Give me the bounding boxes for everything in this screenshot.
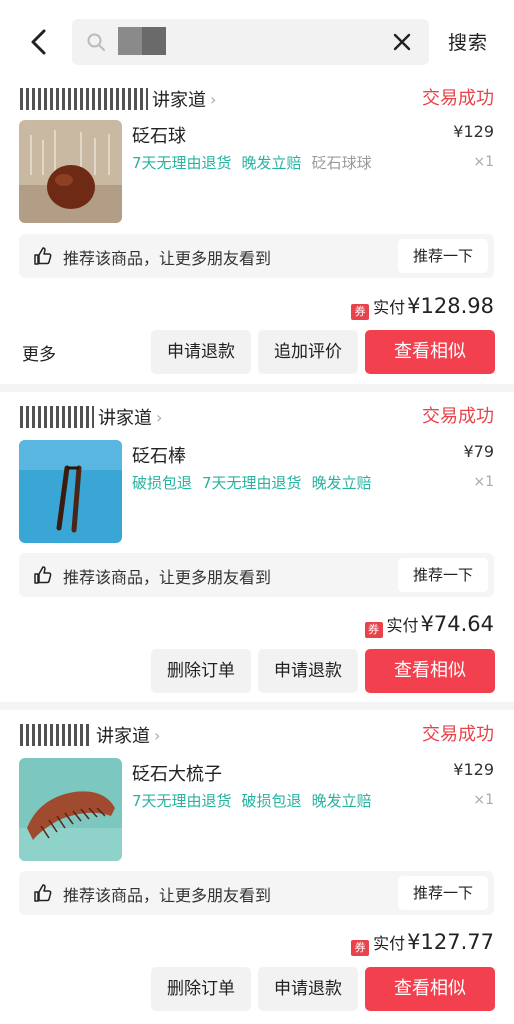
order-card: 讲家道 › 交易成功 砭石大梳子 7天无理由退货 破损包退 晚发立赔 ¥129 ×1… [0, 720, 514, 1024]
product-price: ¥79 [463, 442, 494, 461]
shop-label: 讲家道 [98, 408, 152, 429]
paid-amount: 券 实付 ¥74.64 [364, 612, 494, 638]
order-card: 讲家道 › 交易成功 砭石球 7天无理由退货 晚发立赔 砭石球球 ¥129 ×1 推… [0, 84, 514, 384]
view-similar-button[interactable]: 查看相似 [365, 330, 495, 374]
delete-order-button[interactable]: 删除订单 [151, 649, 251, 693]
back-chevron-left-icon[interactable] [24, 26, 56, 58]
product-qty: ×1 [473, 792, 494, 808]
shop-label: 讲家道 [152, 90, 206, 111]
shop-name[interactable]: 讲家道 › [20, 84, 216, 114]
view-similar-button[interactable]: 查看相似 [365, 649, 495, 693]
order-status: 交易成功 [422, 724, 494, 745]
thumbs-up-icon [34, 247, 52, 265]
product-image[interactable] [19, 120, 122, 223]
product-name[interactable]: 砭石球 [132, 122, 186, 148]
more-button[interactable]: 更多 [22, 340, 56, 365]
refund-button[interactable]: 申请退款 [151, 330, 251, 374]
paid-label: 实付 [386, 616, 419, 635]
divider [0, 384, 514, 392]
chevron-right-icon: › [210, 89, 217, 109]
product-qty: ×1 [473, 474, 494, 490]
service-tag: 晚发立赔 [311, 474, 372, 492]
add-review-button[interactable]: 追加评价 [258, 330, 358, 374]
shop-name[interactable]: 讲家道 › [20, 720, 160, 750]
recommend-button[interactable]: 推荐一下 [398, 239, 488, 273]
paid-value: ¥128.98 [407, 294, 494, 318]
product-price: ¥129 [453, 122, 494, 141]
divider [0, 702, 514, 710]
service-tag: 晚发立赔 [311, 792, 372, 810]
service-tag: 晚发立赔 [241, 154, 302, 172]
product-price: ¥129 [453, 760, 494, 779]
paid-label: 实付 [373, 298, 406, 317]
view-similar-button[interactable]: 查看相似 [365, 967, 495, 1011]
redacted-shop-prefix [20, 724, 92, 746]
recommend-button[interactable]: 推荐一下 [398, 876, 488, 910]
paid-amount: 券 实付 ¥127.77 [351, 930, 494, 956]
paid-amount: 券 实付 ¥128.98 [351, 294, 494, 320]
product-image[interactable] [19, 758, 122, 861]
search-icon [87, 33, 105, 51]
thumbs-up-icon [34, 566, 52, 584]
order-card: 讲家道 › 交易成功 砭石棒 破损包退 7天无理由退货 晚发立赔 ¥79 ×1 推荐… [0, 402, 514, 702]
service-tag: 7天无理由退货 [132, 154, 232, 172]
product-tags: 7天无理由退货 破损包退 晚发立赔 [132, 790, 382, 811]
search-input[interactable] [72, 19, 429, 65]
recommend-bar: 推荐该商品，让更多朋友看到 推荐一下 [19, 234, 494, 278]
product-name[interactable]: 砭石大梳子 [132, 760, 222, 786]
redacted-shop-prefix [20, 406, 94, 428]
recommend-text: 推荐该商品，让更多朋友看到 [63, 886, 272, 905]
service-tag: 7天无理由退货 [132, 792, 232, 810]
product-tags: 7天无理由退货 晚发立赔 砭石球球 [132, 152, 382, 173]
service-tag: 破损包退 [241, 792, 302, 810]
refund-button[interactable]: 申请退款 [258, 649, 358, 693]
recommend-button[interactable]: 推荐一下 [398, 558, 488, 592]
redacted-shop-prefix [20, 88, 148, 110]
coupon-icon: 券 [351, 304, 370, 320]
product-image[interactable] [19, 440, 122, 543]
redacted-query [118, 27, 166, 55]
shop-label: 讲家道 [96, 726, 150, 747]
recommend-bar: 推荐该商品，让更多朋友看到 推荐一下 [19, 871, 494, 915]
recommend-text: 推荐该商品，让更多朋友看到 [63, 568, 272, 587]
service-tag: 7天无理由退货 [202, 474, 302, 492]
refund-button[interactable]: 申请退款 [258, 967, 358, 1011]
delete-order-button[interactable]: 删除订单 [151, 967, 251, 1011]
service-tag: 破损包退 [132, 474, 193, 492]
product-variant: 砭石球球 [311, 154, 372, 172]
order-actions: 更多 申请退款 追加评价 查看相似 [0, 330, 514, 374]
order-actions: 删除订单 申请退款 查看相似 [0, 649, 514, 693]
order-status: 交易成功 [422, 406, 494, 427]
thumbs-up-icon [34, 884, 52, 902]
paid-label: 实付 [373, 934, 406, 953]
paid-value: ¥127.77 [407, 930, 494, 954]
paid-value: ¥74.64 [420, 612, 494, 636]
order-actions: 删除订单 申请退款 查看相似 [0, 967, 514, 1011]
product-tags: 破损包退 7天无理由退货 晚发立赔 [132, 472, 382, 493]
product-qty: ×1 [473, 154, 494, 170]
order-status: 交易成功 [422, 88, 494, 109]
search-button[interactable]: 搜索 [448, 28, 488, 55]
coupon-icon: 券 [351, 940, 370, 956]
recommend-text: 推荐该商品，让更多朋友看到 [63, 249, 272, 268]
chevron-right-icon: › [154, 725, 161, 745]
recommend-bar: 推荐该商品，让更多朋友看到 推荐一下 [19, 553, 494, 597]
product-name[interactable]: 砭石棒 [132, 442, 186, 468]
close-icon[interactable] [391, 31, 413, 53]
top-bar: 搜索 [0, 0, 514, 84]
shop-name[interactable]: 讲家道 › [20, 402, 162, 432]
chevron-right-icon: › [156, 407, 163, 427]
coupon-icon: 券 [364, 622, 383, 638]
